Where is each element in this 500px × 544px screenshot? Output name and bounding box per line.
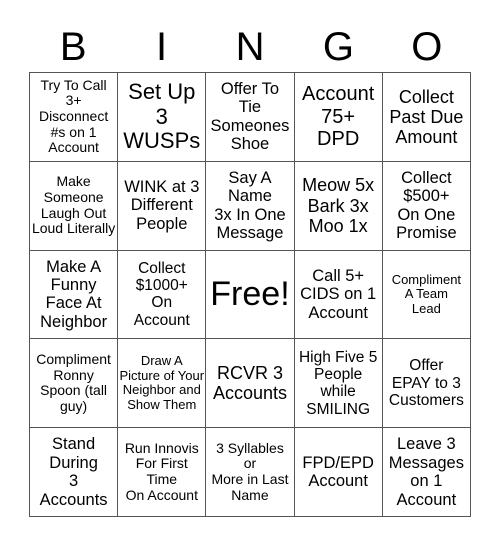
bingo-cell[interactable]: Compliment Ronny Spoon (tall guy)	[28, 338, 119, 429]
bingo-row-1: Try To Call 3+ Disconnect #s on 1 Accoun…	[28, 72, 472, 162]
header-letter-g: G	[322, 25, 354, 69]
cell-text: Leave 3 Messages on 1 Account	[388, 435, 464, 509]
bingo-cell[interactable]: Try To Call 3+ Disconnect #s on 1 Accoun…	[28, 72, 119, 162]
cell-text: Account 75+ DPD	[302, 83, 375, 151]
bingo-row-4: Compliment Ronny Spoon (tall guy) Draw A…	[28, 338, 472, 429]
bingo-header: B I N G O	[29, 22, 471, 72]
cell-text: Make A Funny Face At Neighbor	[40, 257, 108, 331]
cell-text: Say A Name 3x In One Message	[214, 168, 286, 243]
bingo-cell[interactable]: Leave 3 Messages on 1 Account	[381, 427, 472, 517]
free-space-text: Free!	[210, 275, 290, 314]
bingo-cell[interactable]: Stand During 3 Accounts	[28, 427, 119, 517]
bingo-cell[interactable]: Make Someone Laugh Out Loud Literally	[28, 160, 119, 251]
bingo-cell[interactable]: Say A Name 3x In One Message	[205, 160, 295, 251]
cell-text: WINK at 3 Different People	[124, 177, 200, 233]
cell-text: Collect $1000+ On Account	[133, 259, 190, 329]
bingo-cell[interactable]: Compliment A Team Lead	[381, 249, 472, 340]
bingo-cell[interactable]: High Five 5 People while SMILING	[293, 338, 383, 429]
free-space-cell[interactable]: Free!	[205, 249, 295, 340]
cell-text: Try To Call 3+ Disconnect #s on 1 Accoun…	[38, 76, 109, 156]
bingo-cell[interactable]: FPD/EPD Account	[293, 427, 383, 517]
cell-text: Offer To Tie Someones Shoe	[210, 79, 290, 154]
cell-text: RCVR 3 Accounts	[212, 363, 287, 404]
cell-text: Set Up 3 WUSPs	[123, 78, 201, 154]
bingo-cell[interactable]: Draw A Picture of Your Neighbor and Show…	[117, 338, 207, 429]
cell-text: FPD/EPD Account	[302, 453, 374, 491]
header-letter-o: O	[411, 25, 443, 69]
bingo-row-2: Make Someone Laugh Out Loud Literally WI…	[28, 160, 472, 251]
bingo-cell[interactable]: Call 5+ CIDS on 1 Account	[293, 249, 383, 340]
bingo-cell[interactable]: Run Innovis For First Time On Account	[117, 427, 207, 517]
cell-text: Draw A Picture of Your Neighbor and Show…	[119, 353, 205, 412]
bingo-cell[interactable]: Collect $1000+ On Account	[117, 249, 207, 340]
cell-text: Compliment Ronny Spoon (tall guy)	[36, 350, 111, 414]
bingo-cell[interactable]: Collect $500+ On One Promise	[381, 160, 472, 251]
bingo-cell[interactable]: Collect Past Due Amount	[381, 72, 472, 162]
bingo-row-5: Stand During 3 Accounts Run Innovis For …	[28, 427, 472, 517]
bingo-cell[interactable]: Meow 5x Bark 3x Moo 1x	[293, 160, 383, 251]
bingo-cell[interactable]: 3 Syllables or More in Last Name	[205, 427, 295, 517]
cell-text: Call 5+ CIDS on 1 Account	[300, 266, 377, 322]
bingo-cell[interactable]: Make A Funny Face At Neighbor	[28, 249, 119, 340]
cell-text: Collect Past Due Amount	[389, 86, 464, 147]
bingo-card-grid: Try To Call 3+ Disconnect #s on 1 Accoun…	[28, 72, 472, 517]
header-letter-b: B	[59, 25, 87, 69]
cell-text: Compliment A Team Lead	[391, 271, 462, 316]
bingo-cell[interactable]: Offer To Tie Someones Shoe	[205, 72, 295, 162]
cell-text: 3 Syllables or More in Last Name	[211, 439, 289, 503]
cell-text: High Five 5 People while SMILING	[298, 348, 378, 418]
cell-text: Collect $500+ On One Promise	[396, 168, 457, 243]
cell-text: Make Someone Laugh Out Loud Literally	[31, 173, 116, 237]
cell-text: Offer EPAY to 3 Customers	[388, 357, 464, 409]
bingo-cell[interactable]: Set Up 3 WUSPs	[117, 72, 207, 162]
bingo-row-3: Make A Funny Face At Neighbor Collect $1…	[28, 249, 472, 340]
bingo-cell[interactable]: RCVR 3 Accounts	[205, 338, 295, 429]
bingo-cell[interactable]: WINK at 3 Different People	[117, 160, 207, 251]
cell-text: Stand During 3 Accounts	[39, 435, 108, 509]
bingo-cell[interactable]: Offer EPAY to 3 Customers	[381, 338, 472, 429]
bingo-cell[interactable]: Account 75+ DPD	[293, 72, 383, 162]
header-letter-i: I	[156, 25, 168, 69]
cell-text: Meow 5x Bark 3x Moo 1x	[302, 175, 375, 236]
header-letter-n: N	[235, 25, 265, 69]
cell-text: Run Innovis For First Time On Account	[124, 439, 199, 503]
